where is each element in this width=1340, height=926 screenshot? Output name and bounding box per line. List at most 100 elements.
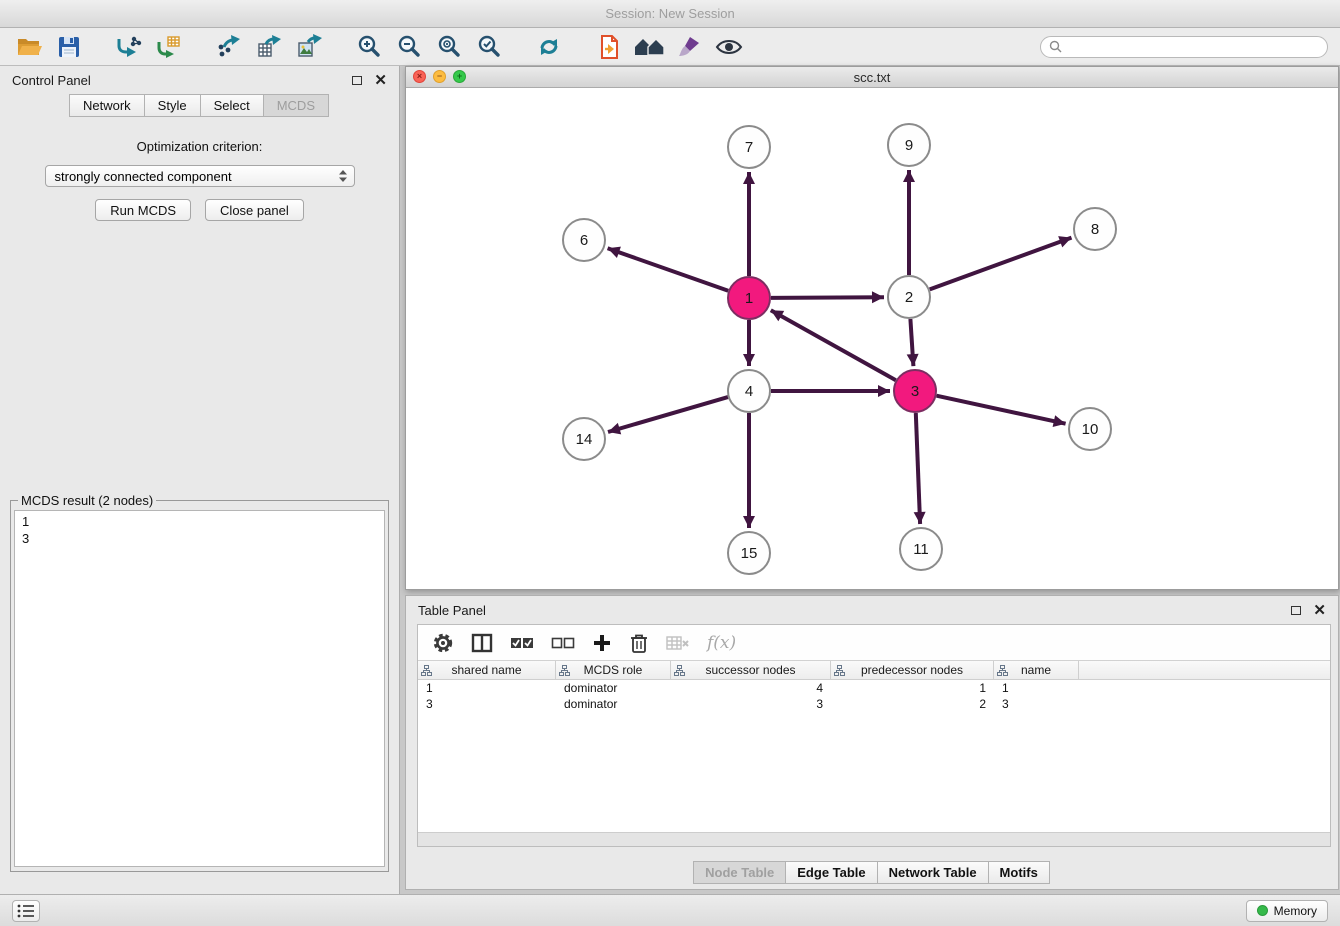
edge-4-14[interactable] — [608, 397, 728, 432]
table-cell[interactable]: 3 — [671, 696, 831, 712]
graph-node-9[interactable]: 9 — [888, 124, 930, 166]
column-header-predecessor-nodes[interactable]: predecessor nodes — [831, 661, 994, 679]
open-file-button[interactable] — [12, 32, 45, 62]
export-document-button[interactable] — [592, 32, 625, 62]
float-table-panel-icon[interactable] — [1291, 606, 1301, 615]
go-home-button[interactable] — [632, 32, 665, 62]
graph-node-10[interactable]: 10 — [1069, 408, 1111, 450]
home-icon — [633, 35, 665, 59]
control-panel: Control Panel ✕ NetworkStyleSelectMCDS O… — [0, 66, 400, 894]
graph-node-1[interactable]: 1 — [728, 277, 770, 319]
memory-button[interactable]: Memory — [1246, 900, 1328, 922]
window-zoom-button[interactable]: + — [453, 70, 466, 83]
graph-node-4[interactable]: 4 — [728, 370, 770, 412]
graph-node-3[interactable]: 3 — [894, 370, 936, 412]
node-label: 4 — [745, 383, 753, 400]
select-all-button[interactable] — [510, 634, 534, 652]
table-cell[interactable]: dominator — [556, 696, 671, 712]
graph-node-2[interactable]: 2 — [888, 276, 930, 318]
edge-1-6[interactable] — [608, 248, 729, 290]
tab-node-table[interactable]: Node Table — [693, 861, 786, 884]
edge-3-1[interactable] — [771, 310, 896, 380]
edge-3-11[interactable] — [916, 413, 920, 524]
apply-style-button[interactable] — [672, 32, 705, 62]
graph-node-7[interactable]: 7 — [728, 126, 770, 168]
criterion-dropdown[interactable]: strongly connected component — [45, 165, 355, 187]
export-image-button[interactable] — [292, 32, 325, 62]
export-network-button[interactable] — [212, 32, 245, 62]
node-label: 15 — [741, 545, 758, 562]
table-cell[interactable]: dominator — [556, 680, 671, 696]
network-window-titlebar[interactable]: × − + scc.txt — [406, 67, 1338, 88]
column-header-successor-nodes[interactable]: successor nodes — [671, 661, 831, 679]
zoom-fit-button[interactable] — [432, 32, 465, 62]
toggle-graphics-button[interactable] — [712, 32, 745, 62]
close-panel-icon[interactable]: ✕ — [374, 73, 387, 88]
graph-node-11[interactable]: 11 — [900, 528, 942, 570]
command-list-button[interactable] — [12, 900, 40, 922]
tab-network[interactable]: Network — [69, 94, 145, 117]
plus-icon — [592, 633, 612, 653]
close-panel-button[interactable]: Close panel — [205, 199, 304, 221]
network-canvas[interactable]: 7 9 6 8 1 2 4 3 14 10 15 11 — [406, 88, 1338, 589]
apply-function-button[interactable]: f(x) — [707, 633, 736, 653]
table-cell[interactable]: 2 — [831, 696, 994, 712]
window-minimize-button[interactable]: − — [433, 70, 446, 83]
table-cell[interactable]: 1 — [831, 680, 994, 696]
close-table-panel-icon[interactable]: ✕ — [1313, 603, 1326, 618]
document-share-icon — [596, 34, 622, 60]
refresh-layout-button[interactable] — [532, 32, 565, 62]
search-icon — [1049, 40, 1062, 53]
zoom-out-button[interactable] — [392, 32, 425, 62]
tab-motifs[interactable]: Motifs — [988, 861, 1050, 884]
edge-2-3[interactable] — [910, 319, 913, 366]
import-network-button[interactable] — [112, 32, 145, 62]
add-row-button[interactable] — [592, 633, 612, 653]
table-row[interactable]: 1dominator411 — [418, 680, 1330, 696]
delete-column-button[interactable] — [666, 633, 690, 653]
table-cell[interactable]: 3 — [418, 696, 556, 712]
tab-mcds[interactable]: MCDS — [263, 94, 329, 117]
tab-network-table[interactable]: Network Table — [877, 861, 989, 884]
table-cell[interactable]: 1 — [418, 680, 556, 696]
table-row[interactable]: 3dominator323 — [418, 696, 1330, 712]
table-horizontal-scrollbar[interactable] — [418, 832, 1330, 846]
edge-3-10[interactable] — [937, 396, 1066, 424]
delete-row-button[interactable] — [629, 632, 649, 654]
table-cell[interactable]: 1 — [994, 680, 1079, 696]
zoom-selected-button[interactable] — [472, 32, 505, 62]
network-graph[interactable]: 7 9 6 8 1 2 4 3 14 10 15 11 — [406, 88, 1338, 589]
tab-edge-table[interactable]: Edge Table — [785, 861, 877, 884]
column-header-MCDS-role[interactable]: MCDS role — [556, 661, 671, 679]
mcds-result-text[interactable]: 1 3 — [14, 510, 385, 867]
unselect-all-button[interactable] — [551, 634, 575, 652]
graph-node-14[interactable]: 14 — [563, 418, 605, 460]
table-cell[interactable]: 3 — [994, 696, 1079, 712]
import-table-button[interactable] — [152, 32, 185, 62]
column-header-shared-name[interactable]: shared name — [418, 661, 556, 679]
tab-select[interactable]: Select — [200, 94, 264, 117]
tab-style[interactable]: Style — [144, 94, 201, 117]
window-close-button[interactable]: × — [413, 70, 426, 83]
edge-2-8[interactable] — [930, 238, 1072, 290]
export-table-button[interactable] — [252, 32, 285, 62]
table-cell[interactable]: 4 — [671, 680, 831, 696]
memory-status-icon — [1257, 905, 1268, 916]
zoom-in-button[interactable] — [352, 32, 385, 62]
graph-node-15[interactable]: 15 — [728, 532, 770, 574]
network-window-title: scc.txt — [854, 70, 891, 85]
zoom-out-icon — [396, 34, 422, 60]
search-field[interactable] — [1040, 36, 1328, 58]
show-columns-button[interactable] — [471, 632, 493, 654]
columns-icon — [471, 632, 493, 654]
main-toolbar — [0, 28, 1340, 66]
column-header-name[interactable]: name — [994, 661, 1079, 679]
graph-node-6[interactable]: 6 — [563, 219, 605, 261]
run-mcds-button[interactable]: Run MCDS — [95, 199, 191, 221]
float-panel-icon[interactable] — [352, 76, 362, 85]
save-session-button[interactable] — [52, 32, 85, 62]
search-input[interactable] — [1067, 39, 1319, 55]
table-settings-button[interactable] — [432, 632, 454, 654]
edge-1-2[interactable] — [771, 297, 884, 298]
graph-node-8[interactable]: 8 — [1074, 208, 1116, 250]
